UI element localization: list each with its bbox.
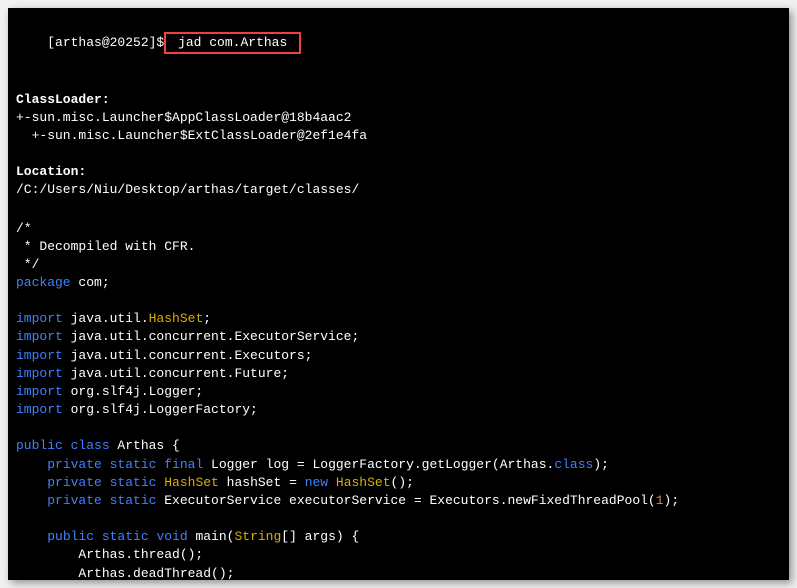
text: ; <box>203 311 211 326</box>
package-line: package com; <box>16 274 781 292</box>
field-decl: private static ExecutorService executorS… <box>16 492 781 510</box>
keyword: public <box>47 529 94 544</box>
import-line: import java.util.concurrent.ExecutorServ… <box>16 328 781 346</box>
text: ); <box>593 457 609 472</box>
prompt-line[interactable]: [arthas@20252]$ jad com.Arthas <box>16 14 781 73</box>
keyword: private <box>47 457 102 472</box>
type: String <box>234 529 281 544</box>
text: org.slf4j.LoggerFactory; <box>63 402 258 417</box>
text: java.util.concurrent.Executors; <box>63 348 313 363</box>
type: HashSet <box>156 475 218 490</box>
blank-line <box>16 200 781 218</box>
keyword: static <box>102 457 157 472</box>
terminal-window: [arthas@20252]$ jad com.Arthas ClassLoad… <box>8 8 789 580</box>
text: main( <box>188 529 235 544</box>
location-path: /C:/Users/Niu/Desktop/arthas/target/clas… <box>16 181 781 199</box>
classloader-line: +-sun.misc.Launcher$ExtClassLoader@2ef1e… <box>16 127 781 145</box>
keyword: public <box>16 438 63 453</box>
indent <box>16 475 47 490</box>
field-decl: private static HashSet hashSet = new Has… <box>16 474 781 492</box>
keyword: private <box>47 475 102 490</box>
import-line: import java.util.concurrent.Future; <box>16 365 781 383</box>
classloader-line: +-sun.misc.Launcher$AppClassLoader@18b4a… <box>16 109 781 127</box>
text: java.util.concurrent.ExecutorService; <box>63 329 359 344</box>
command-highlight: jad com.Arthas <box>164 32 301 54</box>
comment-line: */ <box>16 256 781 274</box>
keyword: import <box>16 366 63 381</box>
keyword: new <box>305 475 328 490</box>
keyword: static <box>94 529 149 544</box>
text: java.util. <box>63 311 149 326</box>
stmt: Arthas.thread(); <box>16 546 781 564</box>
import-line: import java.util.HashSet; <box>16 310 781 328</box>
indent <box>16 529 47 544</box>
class-decl: public class Arthas { <box>16 437 781 455</box>
keyword: import <box>16 311 63 326</box>
text: com; <box>71 275 110 290</box>
text: Logger log = LoggerFactory.getLogger(Art… <box>203 457 554 472</box>
text: ); <box>664 493 680 508</box>
command-text: jad com.Arthas <box>170 35 295 50</box>
classname: HashSet <box>149 311 204 326</box>
prompt-user-host: [arthas@20252]$ <box>47 35 164 50</box>
import-line: import org.slf4j.Logger; <box>16 383 781 401</box>
import-line: import java.util.concurrent.Executors; <box>16 347 781 365</box>
keyword: package <box>16 275 71 290</box>
number: 1 <box>656 493 664 508</box>
keyword: import <box>16 402 63 417</box>
blank-line <box>16 419 781 437</box>
classloader-label: ClassLoader: <box>16 91 781 109</box>
text: hashSet = <box>219 475 305 490</box>
keyword: import <box>16 348 63 363</box>
keyword: class <box>63 438 110 453</box>
decompiled-code: /* * Decompiled with CFR. */ package com… <box>16 220 781 581</box>
text: ExecutorService executorService = Execut… <box>156 493 655 508</box>
comment-line: /* <box>16 220 781 238</box>
import-line: import org.slf4j.LoggerFactory; <box>16 401 781 419</box>
keyword: void <box>149 529 188 544</box>
indent <box>16 457 47 472</box>
keyword: static <box>102 475 157 490</box>
keyword: private <box>47 493 102 508</box>
comment-line: * Decompiled with CFR. <box>16 238 781 256</box>
method-decl: public static void main(String[] args) { <box>16 528 781 546</box>
blank-line <box>16 510 781 528</box>
blank-line <box>16 73 781 91</box>
text: org.slf4j.Logger; <box>63 384 203 399</box>
field-decl: private static final Logger log = Logger… <box>16 456 781 474</box>
keyword: import <box>16 329 63 344</box>
stmt: Arthas.deadThread(); <box>16 565 781 581</box>
indent <box>16 493 47 508</box>
text: java.util.concurrent.Future; <box>63 366 289 381</box>
keyword: final <box>156 457 203 472</box>
blank-line <box>16 292 781 310</box>
text: Arthas { <box>110 438 180 453</box>
keyword: import <box>16 384 63 399</box>
type: HashSet <box>328 475 390 490</box>
location-label: Location: <box>16 163 781 181</box>
text: [] args) { <box>281 529 359 544</box>
keyword: class <box>554 457 593 472</box>
blank-line <box>16 145 781 163</box>
keyword: static <box>102 493 157 508</box>
text: (); <box>391 475 414 490</box>
